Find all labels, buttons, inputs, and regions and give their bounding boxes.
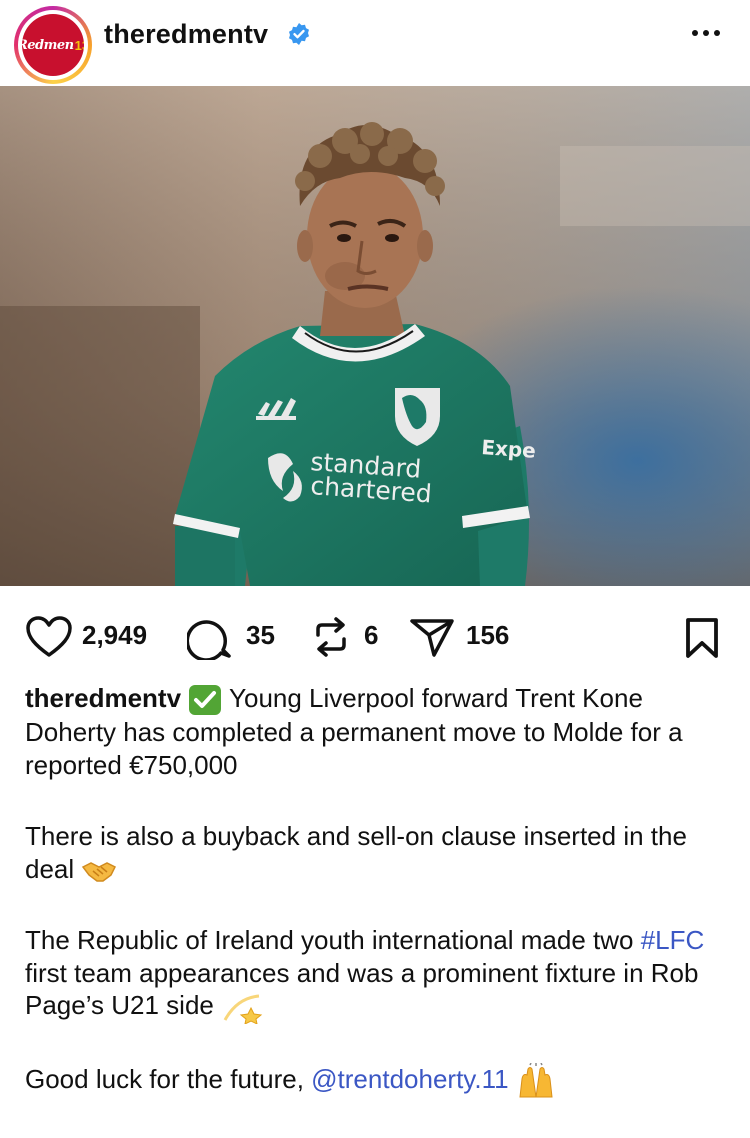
avatar-logo-text: Redmen [22, 37, 74, 53]
more-options-icon[interactable] [688, 20, 724, 46]
repost-icon[interactable] [310, 615, 352, 659]
handshake-emoji-icon [82, 861, 117, 882]
caption-paragraph-3: The Republic of Ireland youth internatio… [25, 924, 725, 1025]
mention-link[interactable]: @trentdoherty.11 [311, 1064, 508, 1094]
post-header: Redmen13 theredmentv [0, 0, 750, 86]
post-photo[interactable]: standard chartered Expe [0, 86, 750, 586]
hashtag-link[interactable]: #LFC [641, 925, 705, 955]
comments-count[interactable]: 35 [246, 620, 275, 651]
post-username[interactable]: theredmentv [104, 19, 268, 50]
bookmark-icon[interactable] [684, 617, 720, 659]
player-photo: standard chartered Expe [0, 86, 750, 586]
check-mark-emoji-icon [189, 685, 222, 716]
share-icon[interactable] [408, 615, 456, 659]
comment-icon[interactable] [187, 616, 233, 660]
verified-badge-icon [289, 23, 309, 45]
raising-hands-emoji-icon [519, 1063, 553, 1098]
avatar[interactable]: Redmen13 [22, 14, 84, 76]
story-ring[interactable]: Redmen13 [14, 6, 92, 84]
caption-text-2: There is also a buyback and sell-on clau… [25, 821, 687, 884]
post-actions-bar: 2,949 35 6 156 [0, 600, 750, 670]
shares-count[interactable]: 156 [466, 620, 509, 651]
avatar-logo-number: 13 [74, 37, 84, 53]
heart-icon[interactable] [25, 615, 73, 659]
reposts-count[interactable]: 6 [364, 620, 378, 651]
likes-count[interactable]: 2,949 [82, 620, 147, 651]
caption-paragraph-2: There is also a buyback and sell-on clau… [25, 820, 725, 885]
sleeve-sponsor: Expe [481, 435, 537, 463]
post-caption: theredmentv Young Liverpool forward Tren… [25, 682, 725, 1138]
caption-username[interactable]: theredmentv [25, 683, 181, 713]
caption-text-3b: first team appearances and was a promine… [25, 957, 699, 1021]
caption-text-3a: The Republic of Ireland youth internatio… [25, 925, 641, 956]
caption-paragraph-1: theredmentv Young Liverpool forward Tren… [25, 682, 725, 781]
caption-text-4: Good luck for the future, [25, 1064, 312, 1095]
dizzy-star-emoji-icon [223, 994, 263, 1025]
caption-paragraph-4: Good luck for the future, @trentdoherty.… [25, 1063, 725, 1099]
